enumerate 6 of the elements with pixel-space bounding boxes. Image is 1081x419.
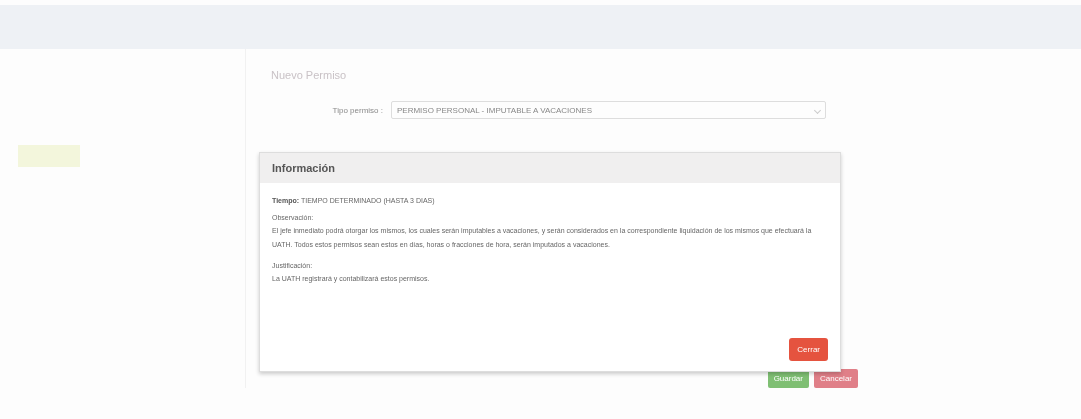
close-button[interactable]: Cerrar <box>789 338 828 361</box>
type-dropdown[interactable]: PERMISO PERSONAL - IMPUTABLE A VACACIONES <box>391 101 826 119</box>
status-badge <box>18 145 80 167</box>
field-label: Tipo permiso : <box>331 105 383 115</box>
dialog-title: Información <box>272 162 335 174</box>
panel-title: Nuevo Permiso <box>271 69 348 81</box>
